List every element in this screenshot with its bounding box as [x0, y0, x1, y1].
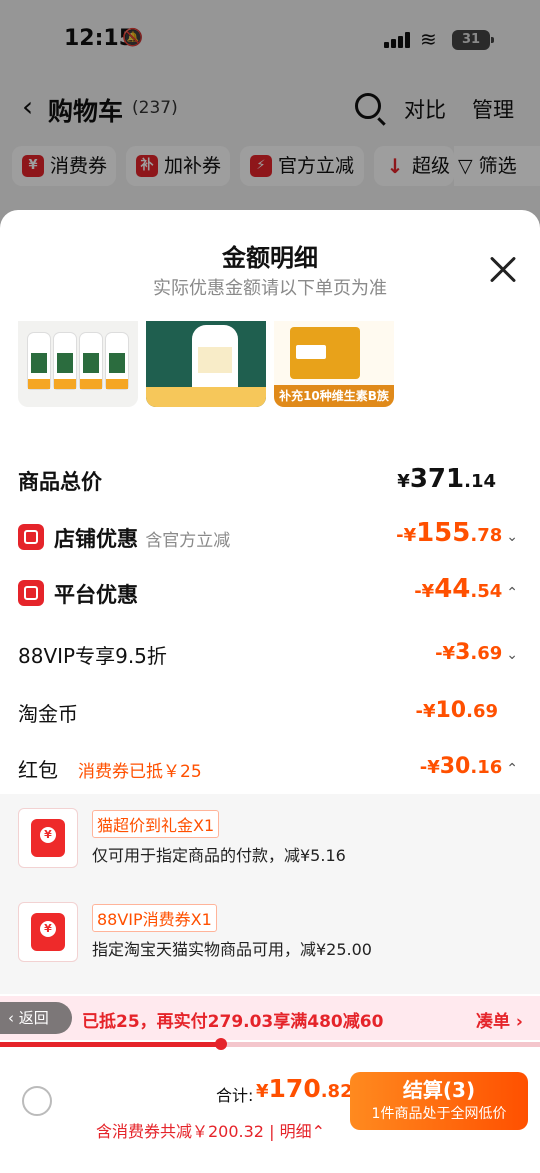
close-icon[interactable] [488, 254, 520, 286]
total-amount: ¥371.14 [397, 464, 496, 494]
back-button[interactable]: ‹ 返回 [0, 1002, 72, 1034]
checkout-label: 结算(3) [402, 1078, 476, 1102]
detail-toggle[interactable]: 明细⌃ [280, 1122, 325, 1141]
platform-icon [18, 580, 44, 606]
promo-text: 已抵25，再实付279.03享满480减60 [82, 1012, 384, 1032]
chevron-up-icon: ⌃ [506, 585, 518, 601]
coupon-tag: 猫超价到礼金X1 [92, 810, 220, 838]
row-platform-discount[interactable]: 平台优惠 -¥44.54 ⌃ [0, 572, 540, 620]
chevron-down-icon: ⌄ [506, 529, 518, 545]
coins-amount: -¥10.69 [415, 698, 498, 723]
red-packet-label: 红包 [18, 758, 58, 782]
select-all-checkbox[interactable] [22, 1086, 52, 1116]
red-packet-icon [18, 902, 78, 962]
store-discount-label: 店铺优惠 [54, 527, 138, 551]
platform-discount-label: 平台优惠 [54, 583, 138, 607]
vip-label: 88VIP专享9.5折 [18, 644, 167, 668]
product-thumbnail[interactable] [146, 321, 266, 407]
product-thumbnail[interactable] [18, 321, 138, 407]
amount-detail-sheet: 金额明细 实际优惠金额请以下单页为准 补充10种维生素B族 商品总价 ¥371.… [0, 210, 540, 1173]
checkout-button[interactable]: 结算(3) 1件商品处于全网低价 [350, 1072, 528, 1130]
store-discount-amount: -¥155.78 ⌄ [396, 518, 518, 548]
promo-progress [0, 1038, 540, 1050]
store-discount-note: 含官方立减 [145, 531, 231, 551]
total-price: ¥170.82 [256, 1074, 353, 1103]
row-vip-discount[interactable]: 88VIP专享9.5折 -¥3.69 ⌄ [0, 632, 540, 680]
sheet-subtitle: 实际优惠金额请以下单页为准 [153, 278, 387, 299]
checkout-bar: 合计: ¥170.82 含消费券共减￥200.32 | 明细⌃ 结算(3) 1件… [0, 1050, 540, 1173]
row-total: 商品总价 ¥371.14 [0, 460, 540, 508]
chevron-up-icon: ⌃ [506, 761, 518, 777]
chevron-down-icon: ⌄ [506, 647, 518, 663]
coupon-list: 猫超价到礼金X1 仅可用于指定商品的付款，减¥5.16 88VIP消费券X1 指… [0, 794, 540, 994]
total-label: 合计: [216, 1086, 254, 1105]
promo-bar: ‹ 返回 已抵25，再实付279.03享满480减60 凑单 › [0, 996, 540, 1040]
total-label: 商品总价 [18, 470, 102, 494]
vip-amount: -¥3.69 ⌄ [435, 640, 518, 665]
row-coins: 淘金币 -¥10.69 [0, 690, 540, 738]
sheet-title: 金额明细 [222, 244, 318, 272]
coupon-tag: 88VIP消费券X1 [92, 904, 217, 932]
coins-label: 淘金币 [18, 702, 78, 726]
red-packet-icon [18, 808, 78, 868]
product-thumbnail[interactable]: 补充10种维生素B族 [274, 321, 394, 407]
red-packet-amount: -¥30.16 ⌃ [419, 754, 518, 779]
store-icon [18, 524, 44, 550]
saved-amount: 含消费券共减￥200.32 [96, 1122, 264, 1141]
row-red-packet[interactable]: 红包 消费券已抵￥25 -¥30.16 ⌃ [0, 746, 540, 794]
checkout-sub: 1件商品处于全网低价 [371, 1106, 507, 1122]
row-store-discount[interactable]: 店铺优惠 含官方立减 -¥155.78 ⌄ [0, 516, 540, 564]
thumbnail-caption: 补充10种维生素B族 [274, 385, 394, 407]
platform-discount-amount: -¥44.54 ⌃ [414, 574, 518, 604]
add-items-link[interactable]: 凑单 › [476, 1007, 523, 1032]
coupon-desc: 仅可用于指定商品的付款，减¥5.16 [92, 846, 346, 865]
coupon-desc: 指定淘宝天猫实物商品可用，减¥25.00 [92, 940, 372, 959]
red-packet-note: 消费券已抵￥25 [78, 762, 202, 782]
